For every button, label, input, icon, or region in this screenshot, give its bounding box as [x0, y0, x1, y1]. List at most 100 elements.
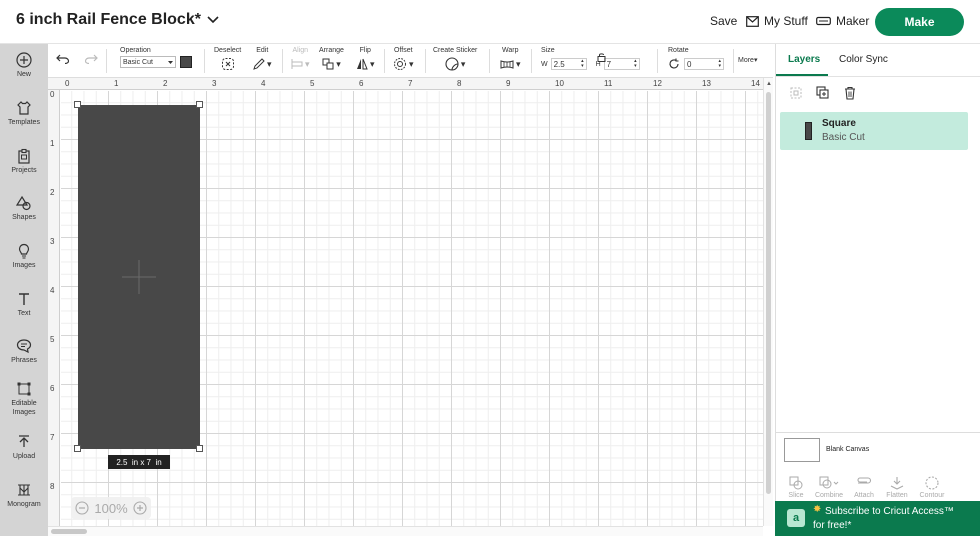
contour-button[interactable]: Contour: [912, 476, 952, 499]
zoom-in-icon[interactable]: [133, 501, 147, 515]
flip-button[interactable]: Flip ▾: [356, 47, 375, 72]
pencil-icon: [253, 58, 265, 70]
trash-icon[interactable]: [843, 86, 857, 100]
layer-item[interactable]: Square Basic Cut: [780, 112, 968, 150]
rotate-input[interactable]: 0 ▴ ▾: [684, 58, 724, 70]
zoom-level: 100%: [94, 500, 128, 516]
more-button[interactable]: More▾: [738, 56, 757, 64]
ruler-tick-label: 7: [408, 79, 413, 88]
resize-handle-bottom-left[interactable]: [74, 445, 81, 452]
maker-button[interactable]: Maker: [816, 14, 869, 28]
sidebar-item-templates[interactable]: Templates: [0, 100, 48, 127]
chevron-down-icon[interactable]: [207, 16, 219, 24]
lock-icon: [597, 53, 606, 62]
ruler-tick-label: 2: [50, 188, 55, 197]
tab-layers[interactable]: Layers: [788, 54, 820, 65]
ruler-tick-label: 5: [310, 79, 315, 88]
toolbar-divider: [531, 49, 532, 73]
resize-handle-top-left[interactable]: [74, 101, 81, 108]
mail-icon: [746, 15, 759, 27]
warp-button[interactable]: Warp ▾: [500, 47, 521, 72]
height-input[interactable]: 7 ▴ ▾: [603, 58, 640, 70]
left-sidebar: New Templates Projects Shapes Images Tex…: [0, 44, 48, 536]
operation-value: Basic Cut: [123, 58, 153, 66]
ruler-tick-label: 11: [604, 79, 613, 88]
make-button[interactable]: Make: [875, 8, 964, 36]
caret-down-icon: ▾: [516, 58, 521, 69]
project-title[interactable]: 6 inch Rail Fence Block*: [16, 11, 219, 29]
sidebar-label: Images: [12, 262, 36, 269]
align-button[interactable]: Align ▾: [291, 47, 310, 72]
deselect-label: Deselect: [214, 47, 242, 54]
rotate-icon[interactable]: [668, 58, 680, 70]
duplicate-icon[interactable]: [816, 86, 830, 100]
project-title-text: 6 inch Rail Fence Block*: [16, 11, 201, 28]
toolbar-divider: [657, 49, 658, 73]
create-sticker-button[interactable]: Create Sticker ▾: [433, 47, 477, 72]
stepper-icon: ▴ ▾: [581, 58, 584, 69]
sidebar-item-images[interactable]: Images: [0, 243, 48, 270]
sidebar-label: Monogram: [7, 501, 41, 508]
ruler-tick-label: 7: [50, 433, 55, 442]
rotate-label: Rotate: [668, 47, 689, 54]
machine-icon: [816, 16, 831, 26]
offset-button[interactable]: Offset ▾: [393, 47, 414, 72]
sidebar-item-new[interactable]: New: [0, 52, 48, 79]
ruler-tick-label: 10: [555, 79, 564, 88]
resize-handle-top-right[interactable]: [196, 101, 203, 108]
tab-color-sync[interactable]: Color Sync: [839, 54, 888, 65]
my-stuff-label: My Stuff: [764, 14, 808, 28]
horizontal-scrollbar[interactable]: [48, 526, 763, 536]
ruler-tick-label: 4: [261, 79, 266, 88]
operation-select[interactable]: Basic Cut: [120, 56, 176, 68]
arrange-button[interactable]: Arrange ▾: [319, 47, 344, 72]
toolbar-divider: [384, 49, 385, 73]
upload-icon: [19, 435, 29, 447]
color-swatch[interactable]: [180, 56, 192, 68]
lock-aspect-button[interactable]: [597, 49, 606, 67]
zoom-out-icon[interactable]: [75, 501, 89, 515]
sidebar-item-text[interactable]: Text: [0, 291, 48, 318]
sidebar-item-phrases[interactable]: Phrases: [0, 338, 48, 365]
maker-label: Maker: [836, 14, 870, 28]
redo-button[interactable]: [84, 54, 98, 66]
scroll-up-arrow[interactable]: ▲: [766, 81, 772, 87]
rotate-value: 0: [687, 59, 692, 69]
my-stuff-button[interactable]: My Stuff: [746, 14, 808, 28]
size-tooltip: 2.5 in x 7 in: [108, 455, 170, 469]
horizontal-scroll-thumb[interactable]: [51, 529, 87, 534]
square-shape[interactable]: [78, 105, 200, 449]
ruler-tick-label: 6: [50, 384, 55, 393]
resize-handle-bottom-right[interactable]: [196, 445, 203, 452]
promo-banner[interactable]: a ✸ Subscribe to Cricut Access™ for free…: [775, 501, 980, 536]
group-icon[interactable]: [789, 86, 803, 100]
sidebar-item-shapes[interactable]: Shapes: [0, 195, 48, 222]
width-value: 2.5: [553, 59, 565, 69]
sidebar-label: Shapes: [12, 214, 36, 221]
sidebar-item-editable-images[interactable]: Editable Images: [0, 381, 48, 417]
top-bar: 6 inch Rail Fence Block* Save My Stuff M…: [0, 0, 980, 44]
flatten-label: Flatten: [886, 492, 908, 499]
sidebar-item-projects[interactable]: Projects: [0, 148, 48, 175]
blank-canvas-swatch[interactable]: [784, 438, 820, 462]
flatten-button[interactable]: Flatten: [877, 476, 917, 499]
edit-button[interactable]: Edit ▾: [253, 47, 272, 72]
vertical-scrollbar[interactable]: ▲: [763, 78, 773, 526]
ruler-tick-label: 13: [702, 79, 711, 88]
toolbar-divider: [282, 49, 283, 73]
combine-button[interactable]: Combine: [809, 476, 849, 499]
deselect-button[interactable]: Deselect: [214, 47, 241, 72]
size-label: Size: [541, 47, 555, 54]
sparkle-icon: ✸: [813, 504, 822, 515]
save-button[interactable]: Save: [710, 14, 737, 28]
more-label: More: [738, 57, 754, 64]
sidebar-item-monogram[interactable]: Monogram: [0, 482, 48, 509]
vertical-scroll-thumb[interactable]: [766, 92, 771, 494]
width-input[interactable]: 2.5 ▴ ▾: [550, 58, 587, 70]
sidebar-label: Editable: [11, 400, 37, 407]
sidebar-item-upload[interactable]: Upload: [0, 434, 48, 461]
undo-button[interactable]: [56, 54, 70, 66]
operation-group: Operation Basic Cut: [120, 47, 192, 68]
ruler-tick-label: 12: [653, 79, 662, 88]
stepper-icon: ▴ ▾: [634, 58, 637, 69]
